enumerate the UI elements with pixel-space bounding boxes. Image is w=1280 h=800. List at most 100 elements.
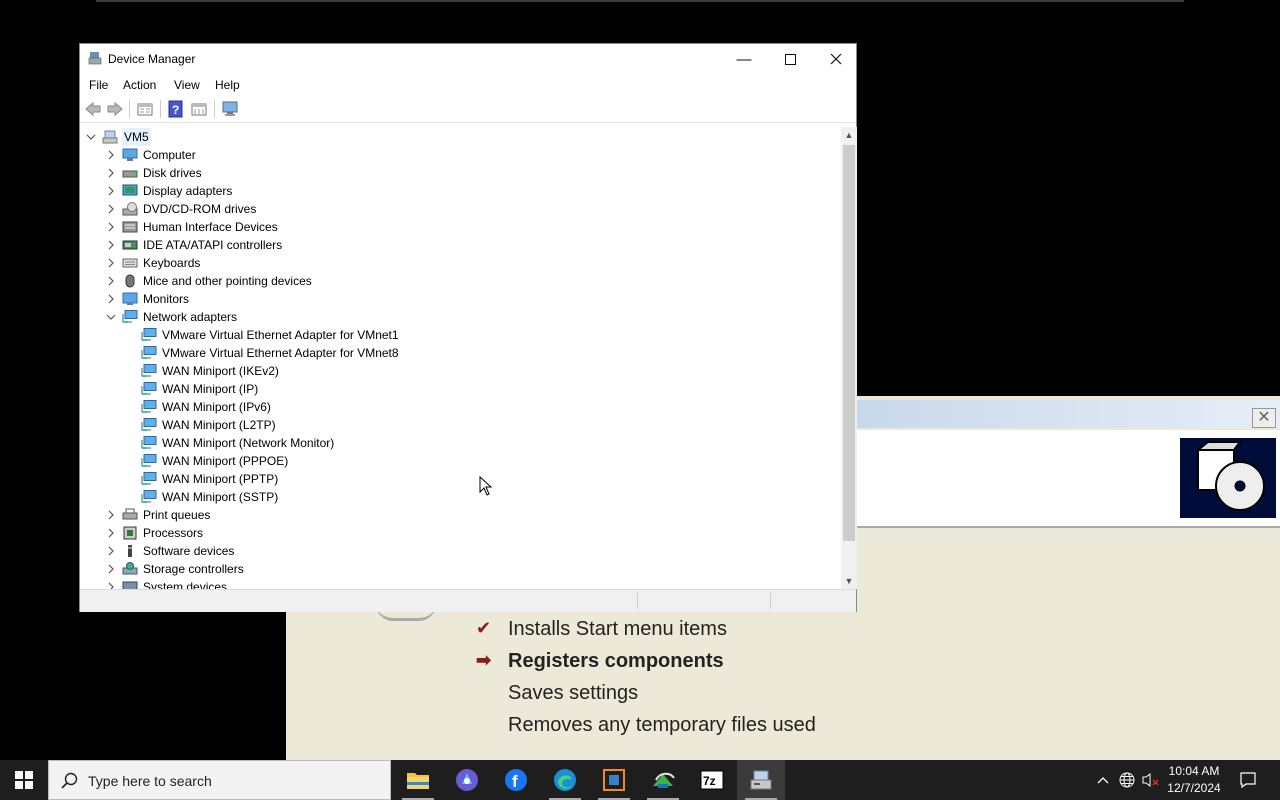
tree-item-label: WAN Miniport (SSTP) [162,490,279,504]
firefox-icon[interactable]: f [492,760,540,800]
tree-category[interactable]: Print queues [81,506,841,524]
tree-category[interactable]: Computer [81,146,841,164]
scroll-up-icon[interactable]: ▲ [841,127,857,143]
properties-view-icon[interactable] [136,100,154,118]
tree-device[interactable]: VMware Virtual Ethernet Adapter for VMne… [81,326,841,344]
titlebar: Device Manager — [80,44,856,74]
menu-file[interactable]: File [89,78,108,92]
chevron-right-icon[interactable] [105,578,117,589]
tree-category[interactable]: Human Interface Devices [81,218,841,236]
installer-step-text: Installs Start menu items [508,618,727,640]
toolbar-separator [214,100,215,118]
chevron-right-icon[interactable] [105,164,117,182]
tree-device[interactable]: VMware Virtual Ethernet Adapter for VMne… [81,344,841,362]
mouse-icon [122,274,138,288]
scrollbar-thumb[interactable] [843,145,855,541]
copilot-icon[interactable] [443,760,491,800]
svg-text:?: ? [172,103,179,117]
chevron-right-icon[interactable] [105,200,117,218]
installer-close-button[interactable]: ✕ [1252,408,1276,428]
tree-device[interactable]: WAN Miniport (PPTP) [81,470,841,488]
tree-category[interactable]: Mice and other pointing devices [81,272,841,290]
current-step-arrow-icon: ➡ [476,650,492,670]
installer-logo-icon [1180,438,1276,518]
tree-category[interactable]: System devices [81,578,841,589]
forward-arrow-icon[interactable] [106,100,124,118]
network-adapter-icon [141,454,157,468]
system-clock[interactable]: 10:04 AM 12/7/2024 [1158,763,1230,797]
tree-category[interactable]: Keyboards [81,254,841,272]
chevron-right-icon[interactable] [105,290,117,308]
tree-root-vm5[interactable]: VM5 [81,128,841,146]
chevron-right-icon[interactable] [105,272,117,290]
network-adapter-icon [141,400,157,414]
show-hidden-icon[interactable] [190,100,208,118]
taskbar-search-box[interactable]: Type here to search [48,760,391,800]
tree-item-label: IDE ATA/ATAPI controllers [143,238,283,252]
chevron-right-icon[interactable] [105,236,117,254]
back-arrow-icon[interactable] [84,100,102,118]
minimize-button[interactable]: — [721,44,767,74]
tree-category[interactable]: IDE ATA/ATAPI controllers [81,236,841,254]
network-globe-icon[interactable] [1116,760,1138,800]
chevron-right-icon[interactable] [105,218,117,236]
chevron-right-icon[interactable] [105,560,117,578]
tree-item-label: Human Interface Devices [143,220,278,234]
edge-icon[interactable] [541,760,589,800]
chevron-down-icon[interactable] [85,128,97,146]
monitor-icon [122,292,138,306]
tree-device[interactable]: WAN Miniport (IPv6) [81,398,841,416]
taskbar: Type here to search f 7z 10:04 AM 12/7/2 [0,760,1280,800]
tree-device[interactable]: WAN Miniport (L2TP) [81,416,841,434]
tree-category[interactable]: DVD/CD-ROM drives [81,200,841,218]
menu-help[interactable]: Help [215,78,240,92]
virtualbox-icon[interactable] [590,760,638,800]
search-placeholder: Type here to search [88,773,212,789]
chevron-right-icon[interactable] [105,506,117,524]
scroll-down-icon[interactable]: ▼ [841,573,857,589]
setup-icon[interactable] [639,760,687,800]
tree-category[interactable]: Processors [81,524,841,542]
chevron-right-icon[interactable] [105,146,117,164]
tree-category[interactable]: Storage controllers [81,560,841,578]
tree-device[interactable]: WAN Miniport (IKEv2) [81,362,841,380]
start-button[interactable] [0,760,48,800]
tree-device[interactable]: WAN Miniport (Network Monitor) [81,434,841,452]
tree-item-label: WAN Miniport (IPv6) [162,400,271,414]
help-icon[interactable]: ? [167,100,185,118]
tree-device[interactable]: WAN Miniport (IP) [81,380,841,398]
tree-category[interactable]: Disk drives [81,164,841,182]
tree-category[interactable]: Software devices [81,542,841,560]
vertical-scrollbar[interactable]: ▲ ▼ [841,127,857,589]
status-bar [80,589,856,612]
chevron-right-icon[interactable] [105,524,117,542]
scan-hardware-icon[interactable] [221,100,239,118]
show-hidden-icons-chevron-icon[interactable] [1094,760,1112,800]
close-button[interactable] [813,44,859,74]
tree-item-label: Mice and other pointing devices [143,274,312,288]
chevron-right-icon[interactable] [105,542,117,560]
device-tree[interactable]: VM5 Computer Disk drives Display adapters DV… [81,127,841,589]
tree-device[interactable]: WAN Miniport (SSTP) [81,488,841,506]
chevron-right-icon[interactable] [105,254,117,272]
ide-icon [122,238,138,252]
file-explorer-icon[interactable] [394,760,442,800]
chevron-down-icon[interactable] [105,308,117,326]
tree-device[interactable]: WAN Miniport (PPPOE) [81,452,841,470]
7zip-icon[interactable]: 7z [688,760,736,800]
tree-category[interactable]: Display adapters [81,182,841,200]
menu-action[interactable]: Action [123,78,156,92]
computer-icon [122,148,138,162]
notification-center-icon[interactable] [1234,760,1262,800]
storage-icon [122,562,138,576]
tree-item-label: WAN Miniport (L2TP) [162,418,276,432]
tree-category[interactable]: Monitors [81,290,841,308]
menu-view[interactable]: View [174,78,200,92]
chevron-right-icon[interactable] [105,182,117,200]
maximize-button[interactable] [767,44,813,74]
tree-category[interactable]: Network adapters [81,308,841,326]
tree-item-label: Print queues [143,508,211,522]
network-adapter-icon [141,382,157,396]
device-manager-icon[interactable] [737,760,785,800]
tree-item-label: Software devices [143,544,235,558]
